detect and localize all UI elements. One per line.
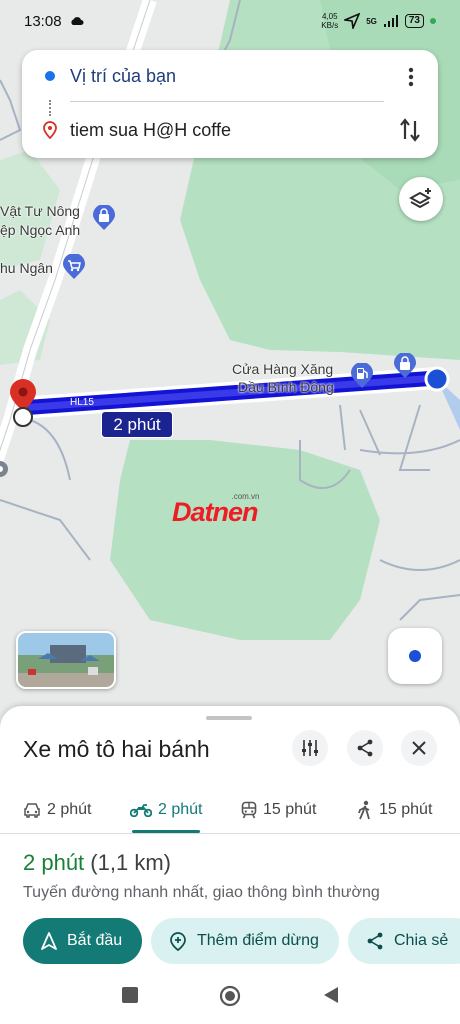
swap-vertical-icon: [400, 118, 420, 142]
back-icon[interactable]: [322, 986, 340, 1004]
origin-marker-icon: [424, 366, 450, 392]
directions-card: Vị trí của bạn tiem sua H@H coffe: [22, 50, 438, 158]
map-view[interactable]: 13:08 4,05 KB/s 5G 73 Vị trí của bạn tie…: [0, 0, 460, 730]
street-view-image: [18, 633, 114, 687]
route-distance: (1,1 km): [90, 850, 171, 875]
gas-station-icon[interactable]: [350, 363, 374, 389]
location-arrow-icon: [344, 13, 361, 29]
car-icon: [24, 803, 40, 818]
tune-icon: [302, 740, 318, 756]
drag-handle[interactable]: [206, 716, 252, 720]
travel-mode-tabs: 2 phút 2 phút 15 phút 15 phút: [0, 786, 460, 834]
map-label-gas-line1: Cửa Hàng Xăng: [232, 361, 334, 377]
network-type: 5G: [366, 16, 377, 26]
route-description: Tuyến đường nhanh nhất, giao thông bình …: [23, 884, 380, 901]
transit-icon: [241, 801, 257, 819]
route-summary: 2 phút (1,1 km): [23, 850, 171, 876]
home-icon[interactable]: [219, 985, 241, 1007]
add-stop-button[interactable]: Thêm điểm dừng: [151, 918, 339, 964]
close-icon: [412, 741, 426, 755]
watermark: .com.vn Datnen: [172, 492, 260, 527]
tab-transit-label: 15 phút: [263, 801, 317, 818]
origin-text: Vị trí của bạn: [70, 65, 177, 86]
map-label-store1-line1: Vật Tư Nông: [0, 203, 80, 219]
shopping-cart-icon[interactable]: [62, 254, 86, 280]
route-time: 2 phút: [23, 850, 85, 875]
signal-icon: [383, 15, 398, 27]
share-button[interactable]: [347, 730, 383, 766]
my-location-icon: [409, 650, 421, 662]
share-icon: [357, 739, 373, 757]
system-nav-bar: [0, 970, 460, 1024]
add-stop-button-label: Thêm điểm dừng: [197, 932, 319, 949]
more-vert-icon: [408, 67, 414, 87]
tab-car[interactable]: 2 phút: [23, 786, 91, 834]
my-location-button[interactable]: [388, 628, 442, 684]
road-label: HL15: [70, 397, 94, 408]
map-label-store2: hu Ngân: [0, 260, 53, 276]
tab-motorcycle[interactable]: 2 phút: [130, 786, 202, 834]
clock: 13:08: [24, 12, 62, 30]
more-options-button[interactable]: [398, 64, 424, 90]
share-route-button-label: Chia sẻ: [394, 932, 449, 949]
swap-button[interactable]: [396, 116, 424, 144]
place-marker-icon[interactable]: [0, 458, 12, 480]
tab-walk-label: 15 phút: [379, 801, 433, 818]
layers-add-icon: [409, 188, 432, 209]
destination-marker-icon[interactable]: [6, 377, 40, 431]
recents-icon[interactable]: [121, 986, 139, 1004]
route-time-badge[interactable]: 2 phút: [101, 411, 173, 438]
map-label-store1-line2: ệp Ngọc Anh: [0, 222, 81, 238]
destination-field[interactable]: tiem sua H@H coffe: [22, 110, 438, 150]
divider: [70, 101, 384, 102]
origin-dot-icon: [45, 71, 55, 81]
layers-button[interactable]: [399, 177, 443, 221]
status-bar: 13:08 4,05 KB/s 5G 73: [0, 0, 460, 42]
network-speed: 4,05 KB/s: [321, 12, 339, 30]
motorcycle-icon: [130, 804, 152, 817]
shopping-bag-icon-2[interactable]: [393, 353, 417, 379]
street-view-thumbnail[interactable]: [16, 631, 116, 689]
privacy-dot: [430, 18, 436, 24]
tab-car-label: 2 phút: [47, 801, 92, 818]
share-route-button[interactable]: Chia sẻ: [348, 918, 460, 964]
shopping-bag-icon[interactable]: [92, 205, 116, 231]
add-location-icon: [170, 932, 186, 951]
tab-transit[interactable]: 15 phút: [241, 786, 316, 834]
cloud-icon: [70, 17, 84, 25]
walk-icon: [358, 800, 370, 820]
tab-walk[interactable]: 15 phút: [357, 786, 432, 834]
tab-motorcycle-label: 2 phút: [158, 801, 203, 818]
origin-field[interactable]: Vị trí của bạn: [22, 56, 438, 96]
map-label-gas-line2: Dầu Bình Đông: [238, 379, 334, 395]
destination-pin-icon: [43, 121, 57, 139]
sheet-title: Xe mô tô hai bánh: [23, 736, 210, 762]
share-icon-2: [367, 932, 383, 950]
close-button[interactable]: [401, 730, 437, 766]
battery-indicator: 73: [404, 14, 424, 28]
active-tab-indicator: [132, 830, 200, 833]
start-button-label: Bắt đầu: [67, 932, 123, 949]
navigation-icon: [41, 932, 57, 950]
destination-text: tiem sua H@H coffe: [70, 119, 231, 140]
route-options-button[interactable]: [292, 730, 328, 766]
start-button[interactable]: Bắt đầu: [23, 918, 142, 964]
